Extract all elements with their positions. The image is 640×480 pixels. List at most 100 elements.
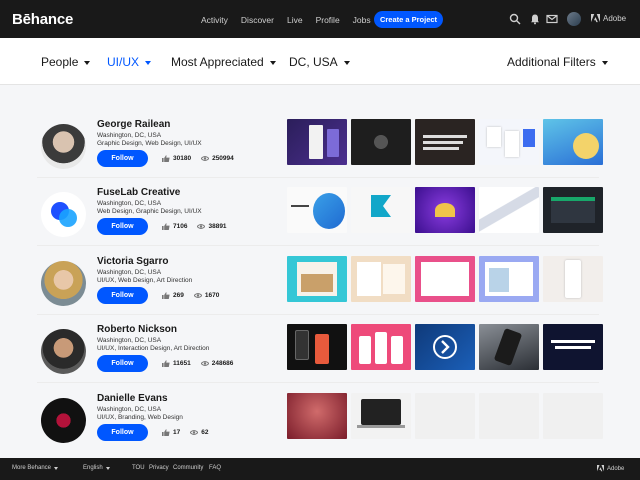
bell-icon[interactable] xyxy=(529,13,541,25)
project-thumbnail[interactable] xyxy=(415,119,475,165)
creative-fields: Graphic Design, Web Design, UI/UX xyxy=(97,140,202,147)
filter-bar: People UI/UX Most Appreciated DC, USA Ad… xyxy=(0,38,640,85)
footer-tou-link[interactable]: TOU xyxy=(132,465,145,471)
mail-icon[interactable] xyxy=(546,13,558,25)
nav-live[interactable]: Live xyxy=(287,15,303,25)
project-thumbnail[interactable] xyxy=(479,187,539,233)
user-avatar[interactable] xyxy=(567,12,581,26)
create-project-button[interactable]: Create a Project xyxy=(374,11,443,28)
follow-button[interactable]: Follow xyxy=(97,218,148,235)
appreciation-count: 11651 xyxy=(173,360,191,367)
creative-name[interactable]: Roberto Nickson xyxy=(97,324,177,335)
main-nav: Activity Discover Live Profile Jobs xyxy=(201,15,371,25)
view-count: 248686 xyxy=(211,360,234,367)
project-thumbnail[interactable] xyxy=(543,324,603,370)
creative-stats: 11651 248686 xyxy=(162,360,233,367)
creative-name[interactable]: Victoria Sgarro xyxy=(97,256,169,267)
project-thumbnail[interactable] xyxy=(351,119,411,165)
footer-bar: More Behance English TOU Privacy Communi… xyxy=(0,458,640,480)
footer-community-link[interactable]: Community xyxy=(173,465,203,471)
project-thumbnail[interactable] xyxy=(543,119,603,165)
thumbs-up-icon xyxy=(162,429,170,436)
creative-location: Washington, DC, USA xyxy=(97,200,162,207)
project-thumbnail[interactable] xyxy=(351,187,411,233)
project-thumbnail[interactable] xyxy=(479,256,539,302)
location-filter-dropdown[interactable]: DC, USA xyxy=(289,55,350,69)
language-label: English xyxy=(83,465,103,471)
creative-name[interactable]: George Railean xyxy=(97,119,170,130)
chevron-down-icon xyxy=(343,60,350,65)
creative-avatar[interactable] xyxy=(41,192,86,237)
follow-button[interactable]: Follow xyxy=(97,355,148,372)
divider xyxy=(37,382,599,383)
view-count: 250994 xyxy=(212,155,234,162)
follow-button[interactable]: Follow xyxy=(97,150,148,167)
more-behance-dropdown[interactable]: More Behance xyxy=(12,465,59,471)
creative-fields: Web Design, Graphic Design, UI/UX xyxy=(97,208,202,215)
project-thumbnail[interactable] xyxy=(415,256,475,302)
category-filter-dropdown[interactable]: UI/UX xyxy=(107,55,152,69)
follow-button[interactable]: Follow xyxy=(97,424,148,441)
language-dropdown[interactable]: English xyxy=(83,465,110,471)
follow-button[interactable]: Follow xyxy=(97,287,148,304)
project-thumbnail[interactable] xyxy=(351,256,411,302)
creative-location: Washington, DC, USA xyxy=(97,406,162,413)
creative-name[interactable]: FuseLab Creative xyxy=(97,187,180,198)
people-filter-dropdown[interactable]: People xyxy=(41,55,91,69)
nav-profile[interactable]: Profile xyxy=(316,15,340,25)
project-thumbnail[interactable] xyxy=(287,119,347,165)
view-count: 62 xyxy=(201,429,209,436)
eye-icon xyxy=(201,156,210,161)
project-thumbnail-placeholder xyxy=(479,393,539,439)
behance-logo[interactable]: Bēhance xyxy=(12,11,73,28)
chevron-down-icon xyxy=(105,466,110,470)
creative-name[interactable]: Danielle Evans xyxy=(97,393,168,404)
project-thumbnail[interactable] xyxy=(543,187,603,233)
creative-avatar[interactable] xyxy=(41,261,86,306)
project-thumbnail[interactable] xyxy=(287,256,347,302)
project-thumbnails xyxy=(287,119,603,165)
appreciation-count: 7106 xyxy=(173,223,188,230)
project-thumbnail[interactable] xyxy=(415,187,475,233)
project-thumbnail-placeholder xyxy=(543,393,603,439)
sort-filter-dropdown[interactable]: Most Appreciated xyxy=(171,55,276,69)
project-thumbnail[interactable] xyxy=(415,324,475,370)
creative-stats: 30180 250994 xyxy=(162,155,234,162)
footer-adobe-link[interactable]: Adobe xyxy=(597,465,624,472)
creative-fields: UI/UX, Branding, Web Design xyxy=(97,414,183,421)
top-nav-bar: Bēhance Activity Discover Live Profile J… xyxy=(0,0,640,38)
project-thumbnail[interactable] xyxy=(351,393,411,439)
project-thumbnail[interactable] xyxy=(479,324,539,370)
project-thumbnail[interactable] xyxy=(351,324,411,370)
creative-avatar[interactable] xyxy=(41,124,86,169)
appreciation-count: 17 xyxy=(173,429,181,436)
creative-avatar[interactable] xyxy=(41,398,86,443)
eye-icon xyxy=(197,224,206,229)
adobe-logo-icon xyxy=(597,465,604,472)
creative-avatar[interactable] xyxy=(41,329,86,374)
project-thumbnail[interactable] xyxy=(287,393,347,439)
category-filter-label: UI/UX xyxy=(107,55,140,69)
search-icon[interactable] xyxy=(509,13,521,25)
thumbs-up-icon xyxy=(162,155,170,162)
project-thumbnail[interactable] xyxy=(479,119,539,165)
nav-activity[interactable]: Activity xyxy=(201,15,228,25)
thumbs-up-icon xyxy=(162,223,170,230)
project-thumbnail[interactable] xyxy=(287,324,347,370)
eye-icon xyxy=(190,430,199,435)
creative-stats: 7106 38891 xyxy=(162,223,227,230)
creative-location: Washington, DC, USA xyxy=(97,132,162,139)
footer-faq-link[interactable]: FAQ xyxy=(209,465,221,471)
project-thumbnail[interactable] xyxy=(543,256,603,302)
adobe-link[interactable]: Adobe xyxy=(591,14,626,23)
creative-fields: UI/UX, Interaction Design, Art Direction xyxy=(97,345,210,352)
project-thumbnails xyxy=(287,324,603,370)
footer-adobe-label: Adobe xyxy=(607,465,625,472)
project-thumbnails xyxy=(287,256,603,302)
project-thumbnail[interactable] xyxy=(287,187,347,233)
nav-discover[interactable]: Discover xyxy=(241,15,274,25)
people-filter-label: People xyxy=(41,55,79,69)
nav-jobs[interactable]: Jobs xyxy=(353,15,371,25)
footer-privacy-link[interactable]: Privacy xyxy=(149,465,169,471)
additional-filters-dropdown[interactable]: Additional Filters xyxy=(507,55,608,69)
